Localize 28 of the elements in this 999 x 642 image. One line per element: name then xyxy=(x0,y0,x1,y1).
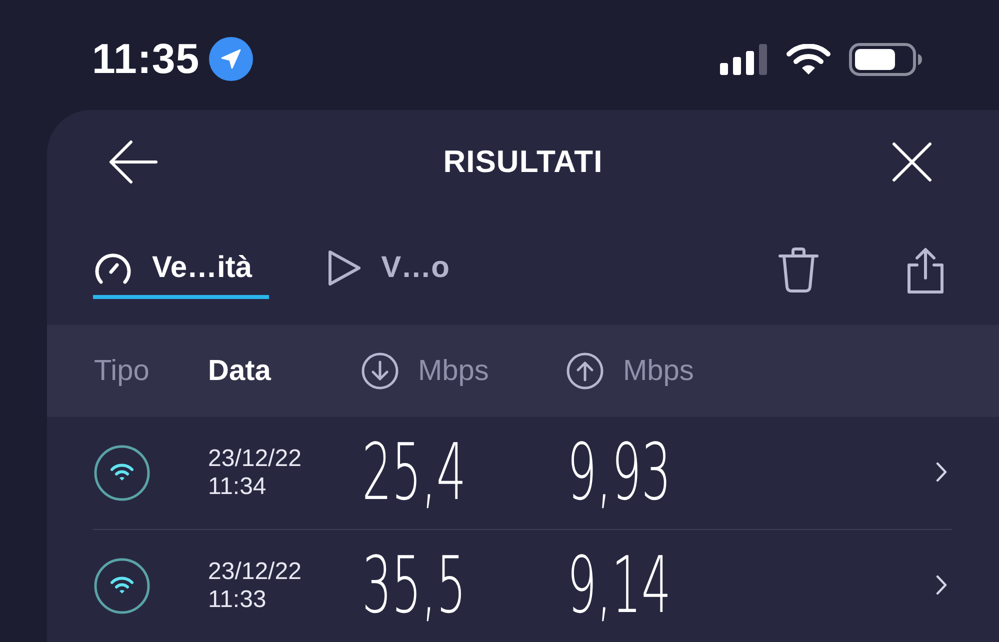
status-time: 11:35 xyxy=(92,35,200,83)
chevron-right-icon[interactable] xyxy=(936,462,947,484)
screen-title: RISULTATI xyxy=(443,144,603,180)
close-icon[interactable] xyxy=(892,142,932,182)
wifi-signal-icon xyxy=(786,44,831,74)
upload-speed: 9,14 xyxy=(567,547,672,625)
tab[interactable]: V…o xyxy=(327,214,466,299)
arrow-up-circle-icon xyxy=(566,352,604,390)
battery-icon xyxy=(849,42,922,76)
date-text: 23/12/22 xyxy=(208,558,302,586)
time-text: 11:33 xyxy=(208,586,266,614)
column-header[interactable]: Mbps xyxy=(566,352,694,390)
back-arrow-icon[interactable] xyxy=(108,139,158,185)
column-header[interactable]: Tipo xyxy=(94,354,150,388)
date-text: 23/12/22 xyxy=(208,445,302,473)
cellular-signal-icon xyxy=(720,44,768,74)
chevron-right-icon[interactable] xyxy=(936,574,947,598)
upload-speed: 9,93 xyxy=(567,434,672,512)
wifi-icon xyxy=(94,558,150,614)
column-header[interactable]: Mbps xyxy=(361,352,489,390)
download-speed: 35,5 xyxy=(362,547,466,625)
arrow-down-circle-icon xyxy=(361,352,399,390)
time-text: 11:34 xyxy=(208,473,266,501)
column-header[interactable]: Data xyxy=(208,354,271,388)
play-icon xyxy=(327,249,362,287)
wifi-icon xyxy=(94,445,150,501)
download-speed: 25,4 xyxy=(362,434,466,512)
tab[interactable]: Ve…ità xyxy=(93,214,270,299)
